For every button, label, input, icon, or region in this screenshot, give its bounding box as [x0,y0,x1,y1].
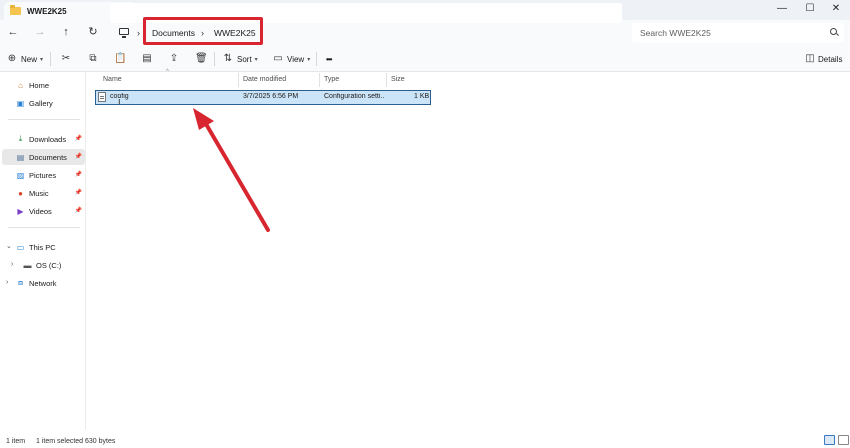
arrow-shaft [204,122,270,232]
status-bar [0,432,850,448]
annotation-arrow [193,108,270,232]
tiles-view-icon[interactable] [838,435,849,445]
item-count: 1 item [6,438,26,445]
details-view-icon[interactable] [824,435,835,445]
arrow-head [193,108,214,130]
selection-info: 1 item selected 630 bytes [36,438,116,445]
